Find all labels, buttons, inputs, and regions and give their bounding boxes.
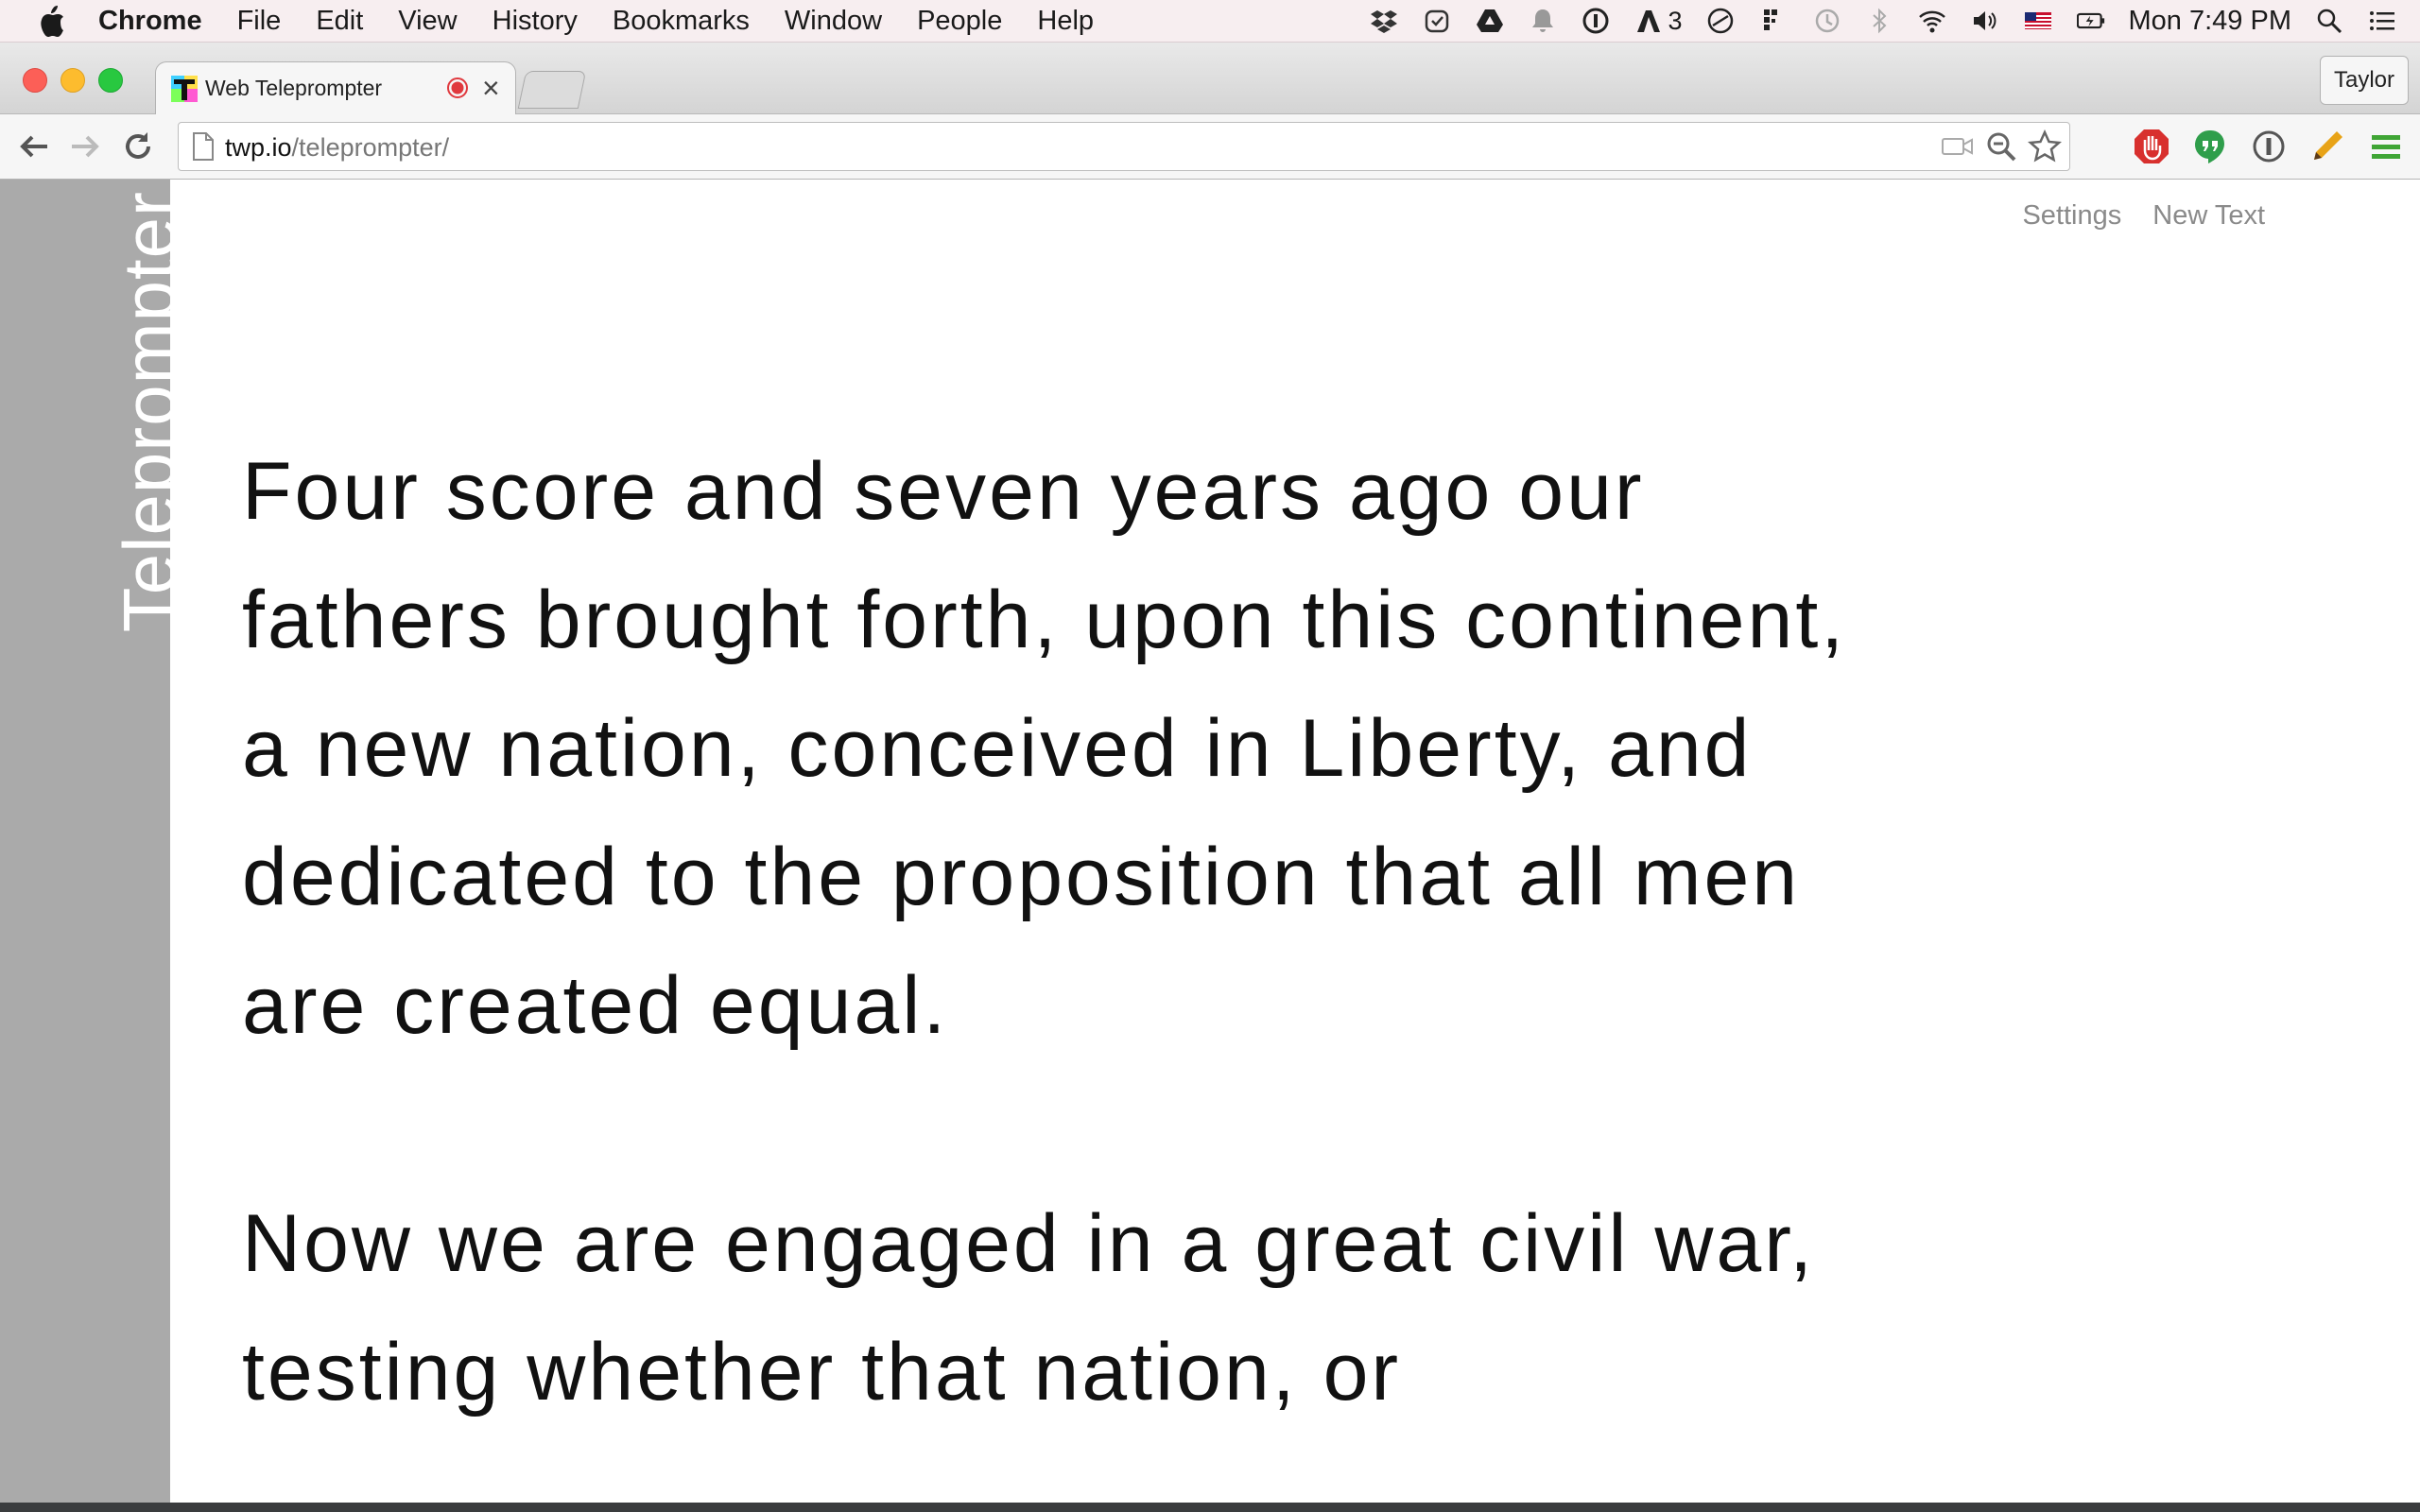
window-close-button[interactable] — [23, 68, 47, 93]
browser-toolbar: twp.io/teleprompter/ — [0, 114, 2420, 180]
brand-title[interactable]: Teleprompter — [108, 191, 191, 701]
notification-bell-icon[interactable] — [1528, 6, 1558, 36]
settings-link[interactable]: Settings — [2022, 200, 2121, 232]
camera-blocked-icon[interactable] — [1941, 129, 1975, 163]
back-arrow-icon[interactable] — [15, 128, 53, 165]
notification-center-icon[interactable] — [2367, 6, 2397, 36]
top-nav: Settings New Text — [1991, 200, 2265, 232]
grid-app-icon[interactable] — [1758, 6, 1789, 36]
system-menu-bar: Chrome File Edit View History Bookmarks … — [0, 0, 2420, 43]
window-bottom-edge — [0, 1503, 2420, 1512]
hangouts-icon[interactable] — [2191, 128, 2229, 165]
tab-web-teleprompter[interactable]: Web Teleprompter × — [155, 61, 516, 114]
script-paragraph: Four score and seven years ago our fathe… — [242, 446, 1847, 1051]
page-info-icon[interactable] — [192, 132, 215, 161]
script-paragraph: Now we are engaged in a great civil war,… — [242, 1198, 1816, 1418]
page-viewport: Teleprompter Settings New Text Four scor… — [0, 180, 2420, 1503]
url-host: twp.io — [225, 133, 292, 162]
app-menu-chrome[interactable]: Chrome — [98, 6, 202, 37]
bluetooth-icon[interactable] — [1864, 6, 1894, 36]
teleprompter-script: Four score and seven years ago our fathe… — [242, 427, 1849, 1503]
menu-help[interactable]: Help — [1037, 6, 1094, 37]
status-icons: 3 Mon 7:49 PM — [1346, 0, 2397, 42]
sidebar: Teleprompter — [0, 180, 191, 1503]
forward-arrow-icon[interactable] — [66, 128, 104, 165]
password-manager-icon[interactable] — [2250, 128, 2288, 165]
battery-charging-icon[interactable] — [2076, 6, 2106, 36]
pencil-extension-icon[interactable] — [2308, 128, 2346, 165]
chrome-menu-icon[interactable] — [2367, 128, 2405, 165]
tab-close-icon[interactable]: × — [482, 71, 500, 106]
time-machine-icon[interactable] — [1811, 6, 1841, 36]
browser-tab-strip: Web Teleprompter × Taylor — [0, 43, 2420, 114]
url-path: /teleprompter/ — [291, 133, 450, 162]
menu-bookmarks[interactable]: Bookmarks — [613, 6, 750, 37]
window-minimize-button[interactable] — [60, 68, 85, 93]
address-bar[interactable]: twp.io/teleprompter/ — [178, 122, 2070, 171]
do-not-disturb-icon[interactable] — [1705, 6, 1736, 36]
teleprompter-favicon-icon — [171, 76, 198, 102]
notification-count: 3 — [1668, 6, 1683, 35]
zoom-icon[interactable] — [1984, 129, 2018, 163]
new-tab-button[interactable] — [517, 71, 587, 109]
recording-indicator-icon — [446, 77, 469, 99]
menu-view[interactable]: View — [398, 6, 457, 37]
url-text: twp.io/teleprompter/ — [225, 133, 449, 163]
menu-file[interactable]: File — [237, 6, 282, 37]
reload-icon[interactable] — [119, 128, 157, 165]
new-text-link[interactable]: New Text — [2152, 200, 2265, 232]
window-zoom-button[interactable] — [98, 68, 123, 93]
dropbox-icon[interactable] — [1369, 6, 1399, 36]
volume-icon[interactable] — [1970, 6, 2000, 36]
wifi-icon[interactable] — [1917, 6, 1947, 36]
checkmark-app-icon[interactable] — [1422, 6, 1452, 36]
onepassword-icon[interactable] — [1581, 6, 1611, 36]
spotlight-search-icon[interactable] — [2314, 6, 2344, 36]
bookmark-star-icon[interactable] — [2028, 129, 2062, 163]
menubar-clock[interactable]: Mon 7:49 PM — [2129, 6, 2291, 37]
adblock-hand-icon[interactable] — [2133, 128, 2170, 165]
menu-window[interactable]: Window — [785, 6, 882, 37]
omnibox-actions — [1931, 129, 2062, 163]
menu-history[interactable]: History — [493, 6, 578, 37]
input-source-flag-icon[interactable] — [2023, 6, 2053, 36]
profile-button[interactable]: Taylor — [2319, 56, 2409, 105]
google-drive-icon[interactable] — [1475, 6, 1505, 36]
apple-menu-icon[interactable] — [38, 5, 66, 37]
adobe-creative-cloud-icon[interactable] — [1634, 6, 1664, 36]
menu-edit[interactable]: Edit — [316, 6, 363, 37]
tab-title: Web Teleprompter — [205, 76, 383, 100]
menu-people[interactable]: People — [917, 6, 1002, 37]
